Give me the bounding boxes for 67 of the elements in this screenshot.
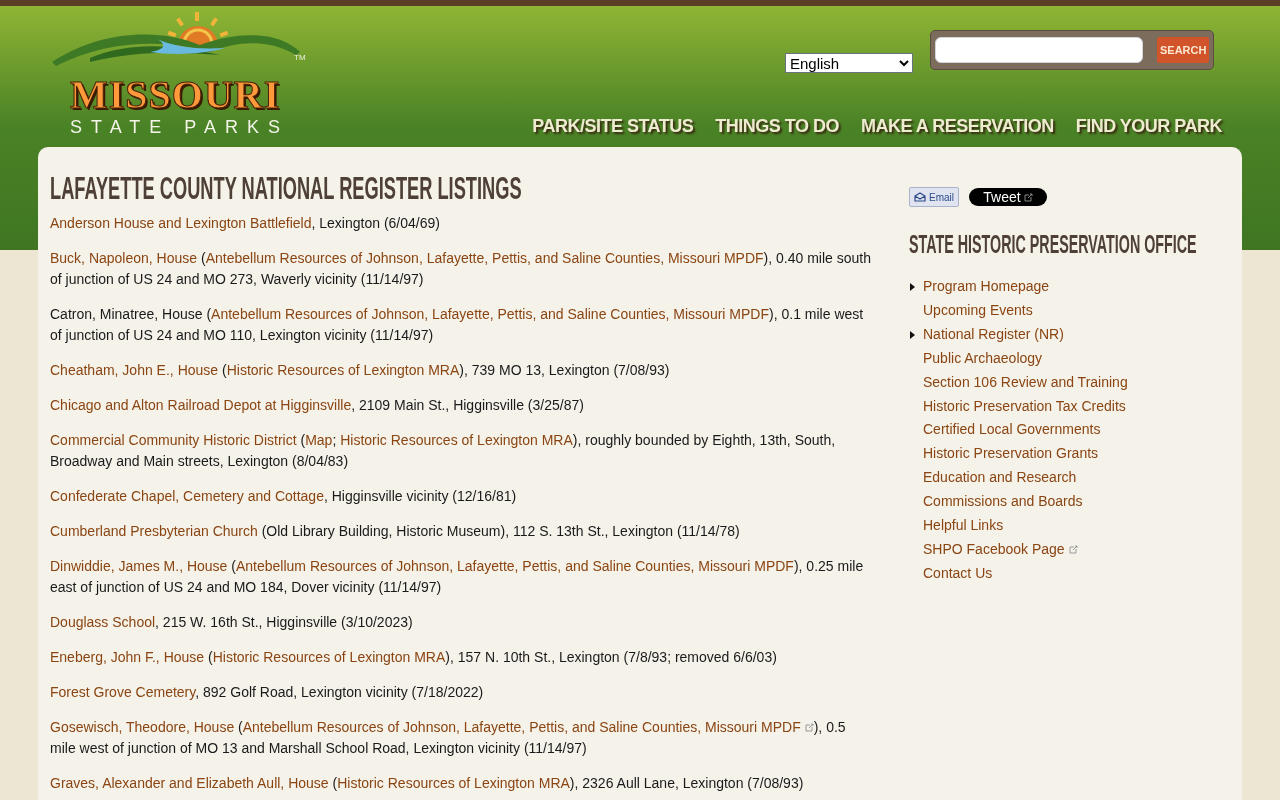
listing-text: Cheatham, John E., House (Historic Resources of Lexington MRA), 739 MO 13, Lexington (7/08/93) [50, 361, 671, 380]
listing-text: Catron, Minatree, House (Antebellum Resources of Johnson, Lafayette, Pettis, and Saline Counties, Missouri MPDF), 0.1 mile west of junction of US 24 and MO 110, Lexington vicinity (11/14/97) [50, 305, 865, 345]
external-link-icon [1068, 544, 1078, 554]
listing-text: Graves, Alexander and Elizabeth Aull, House (Historic Resources of Lexington MRA), 2326 Aull Lane, Lexington (7/08/93) [50, 774, 805, 793]
external-link-icon [1023, 192, 1033, 202]
listing-text: Douglass School, 215 W. 16th St., Higginsville (3/10/2023) [50, 613, 414, 632]
page-heading: LAFAYETTE COUNTY NATIONAL REGISTER LISTINGS [50, 169, 522, 208]
sidebar-link[interactable]: Historic Preservation Tax Credits [923, 394, 1126, 419]
listing-link[interactable]: Eneberg, John F., House [50, 649, 205, 665]
listing-link[interactable]: Cumberland Presbyterian Church [50, 523, 258, 539]
site-logo[interactable]: TM MISSOURI STATE PARKS [50, 10, 308, 140]
listing-text: Eneberg, John F., House (Historic Resources of Lexington MRA), 157 N. 10th St., Lexington (7/8/93; removed 6/6/03) [50, 648, 778, 667]
tweet-button[interactable]: Tweet [969, 188, 1047, 206]
listing-link[interactable]: Gosewisch, Theodore, House [50, 719, 235, 735]
listing-link[interactable]: Dinwiddie, James M., House [50, 558, 228, 574]
listing-link[interactable]: Antebellum Resources of Johnson, Lafayette, Pettis, and Saline Counties, Missouri MPDF [211, 306, 770, 322]
external-link-icon [804, 723, 814, 732]
expand-arrow-icon[interactable] [910, 282, 915, 291]
listing-link[interactable]: Antebellum Resources of Johnson, Lafayette, Pettis, and Saline Counties, Missouri MPDF [242, 719, 814, 735]
listing-link[interactable]: Cheatham, John E., House [50, 362, 219, 378]
listing-link[interactable]: Historic Resources of Lexington MRA [337, 775, 570, 791]
listing-text: Cumberland Presbyterian Church (Old Library Building, Historic Museum), 112 S. 13th St., Lexington (11/14/78) [50, 522, 741, 541]
sidebar-link[interactable]: Program Homepage [923, 275, 1050, 299]
listing-link[interactable]: Confederate Chapel, Cemetery and Cottage [50, 488, 324, 504]
sidebar-link[interactable]: Helpful Links [923, 514, 1004, 538]
search-field[interactable] [935, 37, 1143, 63]
listing-link[interactable]: Historic Resources of Lexington MRA [340, 432, 573, 448]
envelope-icon [914, 192, 926, 202]
listing-link[interactable]: Graves, Alexander and Elizabeth Aull, House [50, 775, 329, 791]
listing-link[interactable]: Anderson House and Lexington Battlefield [50, 215, 312, 231]
sidebar-link[interactable]: Upcoming Events [923, 298, 1033, 323]
nav-link[interactable]: MAKE A RESERVATION [860, 111, 1054, 141]
sidebar-link[interactable]: Historic Preservation Grants [923, 442, 1099, 467]
listing-link[interactable]: Historic Resources of Lexington MRA [212, 649, 446, 665]
sidebar-link[interactable]: National Register (NR) [923, 322, 1064, 347]
listing-link[interactable]: Commercial Community Historic District [50, 432, 297, 448]
listing-link[interactable]: Chicago and Alton Railroad Depot at Higginsville [50, 397, 352, 413]
listing-text: Gosewisch, Theodore, House (Antebellum Resources of Johnson, Lafayette, Pettis, and Saline Counties, Missouri MPDF ), 0.5 mile west of junction of MO 13 and Marshall School Road, Lexington vicinity (11/14/97) [50, 718, 847, 758]
nav-link[interactable]: THINGS TO DO [715, 111, 839, 141]
sidebar-link[interactable]: Commissions and Boards [923, 490, 1083, 515]
listing-link[interactable]: Buck, Napoleon, House [50, 250, 198, 266]
listing-text: Chicago and Alton Railroad Depot at Higginsville, 2109 Main St., Higginsville (3/25/87) [50, 396, 585, 415]
listing-text: Anderson House and Lexington Battlefield, Lexington (6/04/69) [50, 214, 441, 233]
listing-text: Buck, Napoleon, House (Antebellum Resources of Johnson, Lafayette, Pettis, and Saline Counties, Missouri MPDF), 0.40 mile south of junction of US 24 and MO 273, Waverly vicinity (11/14/97) [50, 249, 872, 289]
listing-text: Dinwiddie, James M., House (Antebellum Resources of Johnson, Lafayette, Pettis, and Saline Counties, Missouri MPDF), 0.25 mile east of junction of US 24 and MO 184, Dover vicinity (11/14/97) [50, 557, 865, 597]
logo-name: MISSOURI [70, 76, 281, 114]
sidebar-link[interactable]: Public Archaeology [923, 346, 1043, 371]
trademark-mark: TM [294, 54, 306, 62]
language-select[interactable]: English [785, 53, 913, 73]
search-button[interactable]: SEARCH [1157, 37, 1210, 63]
sidebar-heading: STATE HISTORIC PRESERVATION OFFICE [909, 228, 1197, 261]
sidebar-link[interactable]: Section 106 Review and Training [923, 370, 1128, 395]
sidebar-link[interactable]: SHPO Facebook Page [923, 537, 1078, 562]
listing-link[interactable]: Antebellum Resources of Johnson, Lafayette, Pettis, and Saline Counties, Missouri MPDF [205, 250, 764, 266]
sidebar-link[interactable]: Certified Local Governments [923, 418, 1101, 443]
listing-link[interactable]: Historic Resources of Lexington MRA [226, 362, 460, 378]
listing-text: Confederate Chapel, Cemetery and Cottage, Higginsville vicinity (12/16/81) [50, 487, 518, 506]
logo-tagline: STATE PARKS [70, 116, 290, 138]
sidebar-link[interactable]: Contact Us [923, 561, 993, 586]
email-button[interactable]: Email [909, 187, 959, 207]
listing-text: Commercial Community Historic District (Map; Historic Resources of Lexington MRA), roughly bounded by Eighth, 13th, South, Broadway and Main streets, Lexington (8/04/83) [50, 431, 837, 471]
nav-link[interactable]: PARK/SITE STATUS [532, 111, 694, 141]
listing-text: Forest Grove Cemetery, 892 Golf Road, Lexington vicinity (7/18/2022) [50, 683, 485, 702]
listing-link[interactable]: Antebellum Resources of Johnson, Lafayette, Pettis, and Saline Counties, Missouri MPDF [235, 558, 794, 574]
expand-arrow-icon[interactable] [910, 330, 915, 339]
sidebar-link[interactable]: Education and Research [923, 466, 1077, 491]
nav-link[interactable]: FIND YOUR PARK [1075, 111, 1222, 141]
